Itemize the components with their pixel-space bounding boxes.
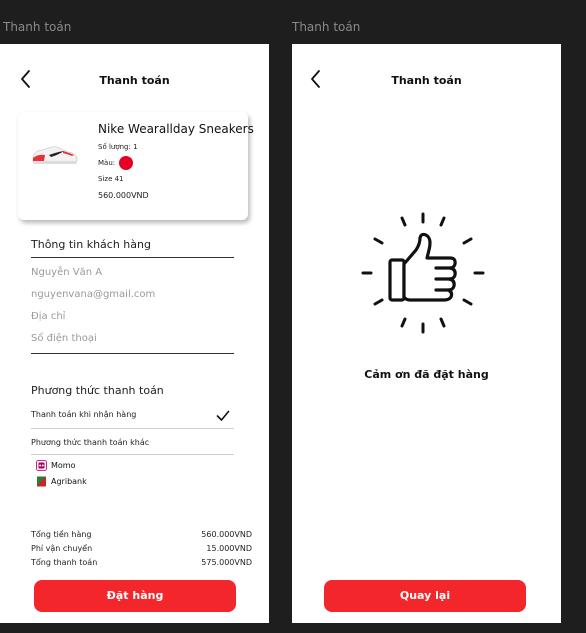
name-field[interactable]: Nguyễn Văn A <box>31 267 102 278</box>
checkmark-icon <box>216 410 230 421</box>
address-field[interactable]: Địa chỉ <box>31 311 65 322</box>
color-swatch <box>119 156 134 170</box>
payment-other-option[interactable]: Phương thức thanh toán khác <box>31 438 149 447</box>
payment-method-heading: Phương thức thanh toán <box>31 384 164 397</box>
customer-info-heading: Thông tin khách hàng <box>31 238 151 251</box>
divider <box>31 257 234 258</box>
page-title: Thanh toán <box>391 74 462 87</box>
product-size: Size 41 <box>98 175 124 183</box>
total-label: Tổng thanh toán <box>31 558 98 567</box>
shipping-row: Phí vận chuyển 15.000VND <box>31 544 252 553</box>
agribank-label: Agribank <box>51 477 87 486</box>
momo-logo-icon <box>36 460 47 471</box>
shipping-value: 15.000VND <box>206 544 252 553</box>
momo-label: Momo <box>51 461 76 470</box>
agribank-logo-icon <box>36 476 47 487</box>
page-title: Thanh toán <box>99 74 170 87</box>
product-card: Nike Wearallday Sneakers Số lượng: 1 Màu… <box>18 112 254 220</box>
payment-option-agribank[interactable]: Agribank <box>36 476 87 487</box>
subtotal-row: Tổng tiền hàng 560.000VND <box>31 530 252 539</box>
shipping-label: Phí vận chuyển <box>31 544 93 553</box>
sneaker-image <box>32 146 78 164</box>
checkout-screen: Thanh toán Nike Wearallday Sneakers Số l… <box>0 44 269 623</box>
frame-label-checkout: Thanh toán <box>3 20 72 34</box>
email-field[interactable]: nguyenvana@gmail.com <box>31 289 155 300</box>
subtotal-label: Tổng tiền hàng <box>31 530 92 539</box>
product-name: Nike Wearallday Sneakers <box>98 122 254 136</box>
success-screen: Thanh toán Cảm ơn đã đặt hàng Quay lại <box>292 44 561 623</box>
product-price: 560.000VND <box>98 191 149 200</box>
thumbs-up-icon <box>361 212 485 334</box>
total-value: 575.000VND <box>201 558 252 567</box>
divider <box>31 353 234 354</box>
subtotal-value: 560.000VND <box>201 530 252 539</box>
frame-label-success: Thanh toán <box>292 20 361 34</box>
thank-you-message: Cảm ơn đã đặt hàng <box>364 368 489 381</box>
product-color: Màu: <box>98 156 134 170</box>
phone-field[interactable]: Số điện thoại <box>31 333 97 344</box>
product-quantity: Số lượng: 1 <box>98 143 138 151</box>
divider <box>31 454 234 455</box>
payment-cod-option[interactable]: Thanh toán khi nhận hàng <box>31 410 136 419</box>
place-order-button[interactable]: Đặt hàng <box>34 580 236 612</box>
divider <box>31 428 234 429</box>
back-home-button[interactable]: Quay lại <box>324 580 526 612</box>
total-row: Tổng thanh toán 575.000VND <box>31 558 252 567</box>
payment-option-momo[interactable]: Momo <box>36 460 75 471</box>
product-color-label: Màu: <box>98 159 116 167</box>
